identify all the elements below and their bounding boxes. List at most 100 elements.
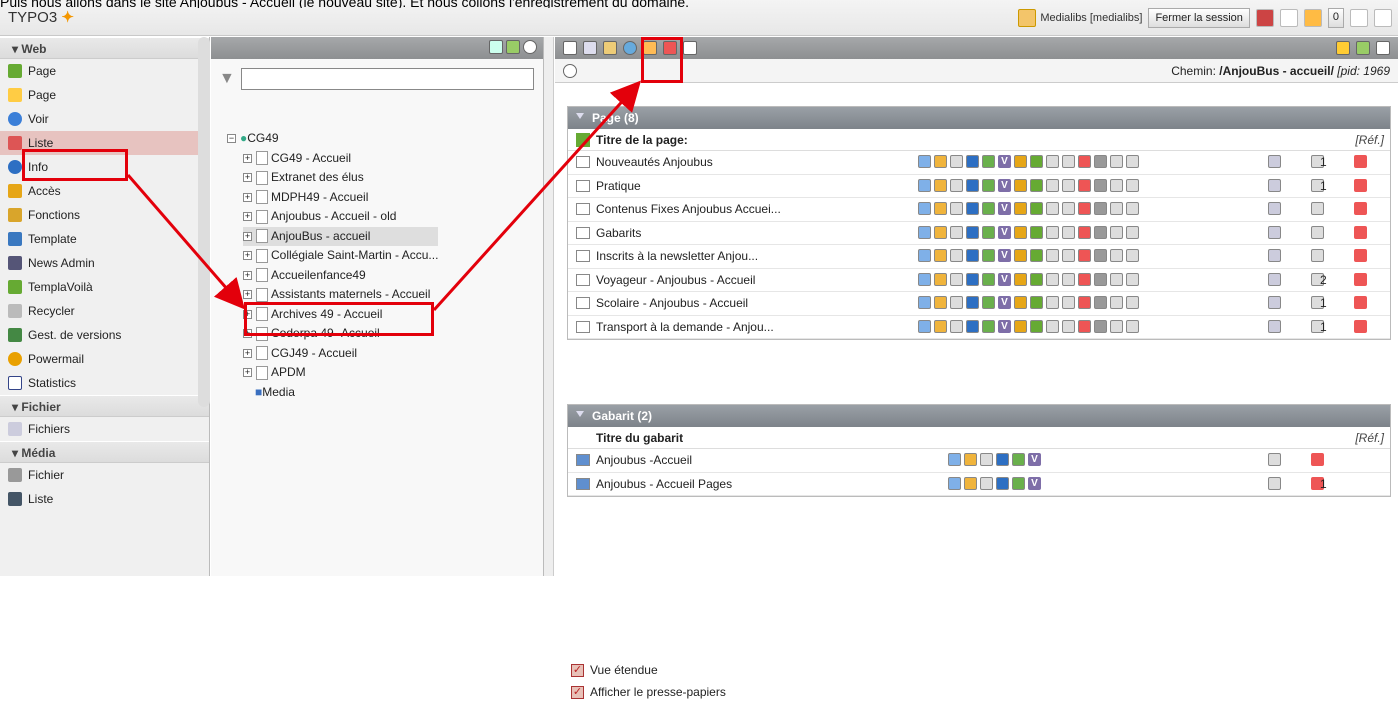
row-action-icon[interactable] (950, 319, 963, 333)
tree-node[interactable]: ■Media (243, 383, 438, 403)
row-action-icon[interactable]: V (1028, 453, 1041, 466)
tree-filter-input[interactable] (240, 68, 534, 90)
open-icon[interactable] (1376, 41, 1390, 55)
menu-fonctions[interactable]: Fonctions (0, 203, 209, 227)
tree-node[interactable]: + MDPH49 - Accueil (243, 188, 438, 208)
row-action-icon[interactable] (1078, 296, 1091, 309)
row-action-icon[interactable] (918, 178, 931, 192)
clipboard-icon[interactable] (1268, 296, 1281, 309)
row-action-icon[interactable] (1046, 202, 1059, 215)
menu-versions[interactable]: Gest. de versions (0, 323, 209, 347)
row-action-icon[interactable] (1078, 272, 1091, 286)
view-icon[interactable] (623, 41, 637, 55)
row-action-icon[interactable]: V (998, 155, 1011, 168)
tree-node[interactable]: + CGJ49 - Accueil (243, 344, 438, 364)
row-action-icon[interactable] (1078, 155, 1091, 168)
row-action-icon[interactable] (934, 155, 947, 168)
row-action-icon[interactable] (1046, 249, 1059, 262)
row-action-icon[interactable] (966, 249, 979, 262)
row-action-icon[interactable] (1014, 178, 1027, 192)
logout-button[interactable]: Fermer la session (1148, 8, 1250, 28)
row-action-icon[interactable]: V (998, 249, 1011, 262)
row-action-icon[interactable] (1126, 155, 1139, 168)
row-action-icon[interactable] (1078, 202, 1091, 215)
shortcut-icon[interactable] (1279, 9, 1298, 27)
help-icon[interactable] (523, 40, 537, 54)
row-action-icon[interactable] (1094, 249, 1107, 262)
row-action-icon[interactable] (1030, 225, 1043, 239)
menu-powermail[interactable]: Powermail (0, 347, 209, 371)
row-action-icon[interactable] (1126, 296, 1139, 309)
menu-news-admin[interactable]: News Admin (0, 251, 209, 275)
row-action-icon[interactable] (982, 249, 995, 262)
row-action-icon[interactable] (948, 476, 961, 490)
clipboard-icon[interactable] (1311, 249, 1324, 262)
template-row[interactable]: Anjoubus - Accueil Pages V 1 (568, 473, 1390, 496)
row-action-icon[interactable] (966, 178, 979, 192)
row-action-icon[interactable] (1094, 272, 1107, 286)
row-action-icon[interactable] (980, 476, 993, 490)
menu-page-2[interactable]: Page (0, 83, 209, 107)
extended-view-checkbox[interactable]: ✓ Vue étendue (571, 659, 726, 681)
row-action-icon[interactable] (1110, 178, 1123, 192)
menu-fichiers[interactable]: Fichiers (0, 417, 209, 441)
row-action-icon[interactable] (1030, 249, 1043, 262)
row-action-icon[interactable] (1046, 296, 1059, 309)
tree-node[interactable]: + Extranet des élus (243, 168, 438, 188)
clipboard-icon[interactable] (1268, 225, 1281, 239)
user-name[interactable]: Medialibs [medialibs] (1018, 9, 1142, 27)
row-action-icon[interactable] (1110, 225, 1123, 239)
cut-icon[interactable] (1354, 249, 1367, 262)
row-action-icon[interactable] (1062, 225, 1075, 239)
new-page-icon[interactable] (489, 40, 503, 54)
row-action-icon[interactable] (1014, 296, 1027, 309)
row-action-icon[interactable] (1046, 155, 1059, 168)
pane-splitter[interactable] (544, 37, 554, 576)
row-action-icon[interactable] (1014, 225, 1027, 239)
row-action-icon[interactable] (1030, 178, 1043, 192)
flash-icon[interactable] (1303, 9, 1322, 27)
template-row[interactable]: Anjoubus -Accueil V (568, 449, 1390, 473)
row-action-icon[interactable] (1078, 178, 1091, 192)
row-action-icon[interactable] (1062, 202, 1075, 215)
row-action-icon[interactable] (966, 319, 979, 333)
tree-node[interactable]: + Anjoubus - Accueil - old (243, 207, 438, 227)
page-row[interactable]: Pratique V 1 (568, 175, 1390, 198)
menu-recycler[interactable]: Recycler (0, 299, 209, 323)
row-action-icon[interactable] (1014, 202, 1027, 215)
clipboard-icon[interactable] (1268, 476, 1281, 490)
tree-node[interactable]: + Accueilenfance49 (243, 266, 438, 286)
page-row[interactable]: Gabarits V (568, 222, 1390, 245)
tree-node[interactable]: + CG49 - Accueil (243, 149, 438, 169)
row-action-icon[interactable] (918, 155, 931, 168)
row-action-icon[interactable] (1014, 155, 1027, 168)
clipboard-icon[interactable] (1268, 155, 1281, 168)
row-action-icon[interactable] (1078, 319, 1091, 333)
row-action-icon[interactable] (982, 155, 995, 168)
row-action-icon[interactable] (1046, 319, 1059, 333)
row-action-icon[interactable] (1062, 155, 1075, 168)
sidebar-scrollbar[interactable] (198, 37, 210, 407)
workspace-icon[interactable] (1255, 9, 1274, 27)
row-action-icon[interactable] (982, 296, 995, 309)
refresh-icon[interactable] (506, 40, 520, 54)
page-row[interactable]: Inscrits à la newsletter Anjou... V (568, 245, 1390, 269)
row-action-icon[interactable] (1014, 272, 1027, 286)
row-action-icon[interactable] (1094, 225, 1107, 239)
row-action-icon[interactable] (918, 296, 931, 309)
clipboard-icon[interactable] (1268, 202, 1281, 215)
row-action-icon[interactable] (1062, 319, 1075, 333)
clipboard-icon[interactable] (1268, 319, 1281, 333)
cut-icon[interactable] (1354, 155, 1367, 168)
cut-icon[interactable] (1354, 296, 1367, 309)
row-action-icon[interactable] (1110, 296, 1123, 309)
page-panel-header[interactable]: Page (8) (568, 107, 1390, 129)
paste-icon[interactable] (603, 41, 617, 55)
row-action-icon[interactable] (996, 476, 1009, 490)
row-action-icon[interactable] (1094, 178, 1107, 192)
counter-badge[interactable]: 0 (1327, 8, 1344, 28)
row-action-icon[interactable] (934, 178, 947, 192)
row-action-icon[interactable] (950, 225, 963, 239)
clipboard-icon[interactable] (1268, 272, 1281, 286)
row-action-icon[interactable] (950, 272, 963, 286)
